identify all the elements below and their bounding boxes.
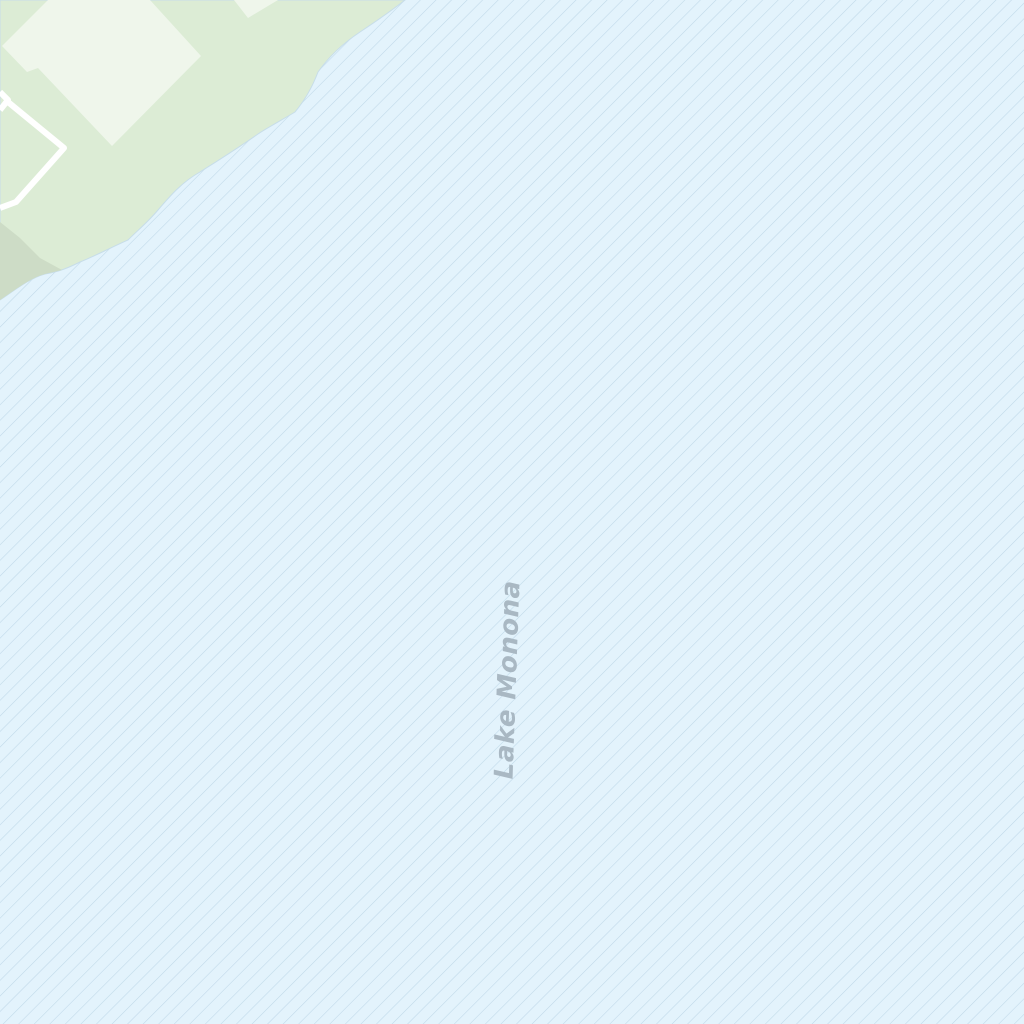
- map-view[interactable]: Lake Monona: [0, 0, 1024, 1024]
- map-canvas[interactable]: Lake Monona: [0, 0, 1024, 1024]
